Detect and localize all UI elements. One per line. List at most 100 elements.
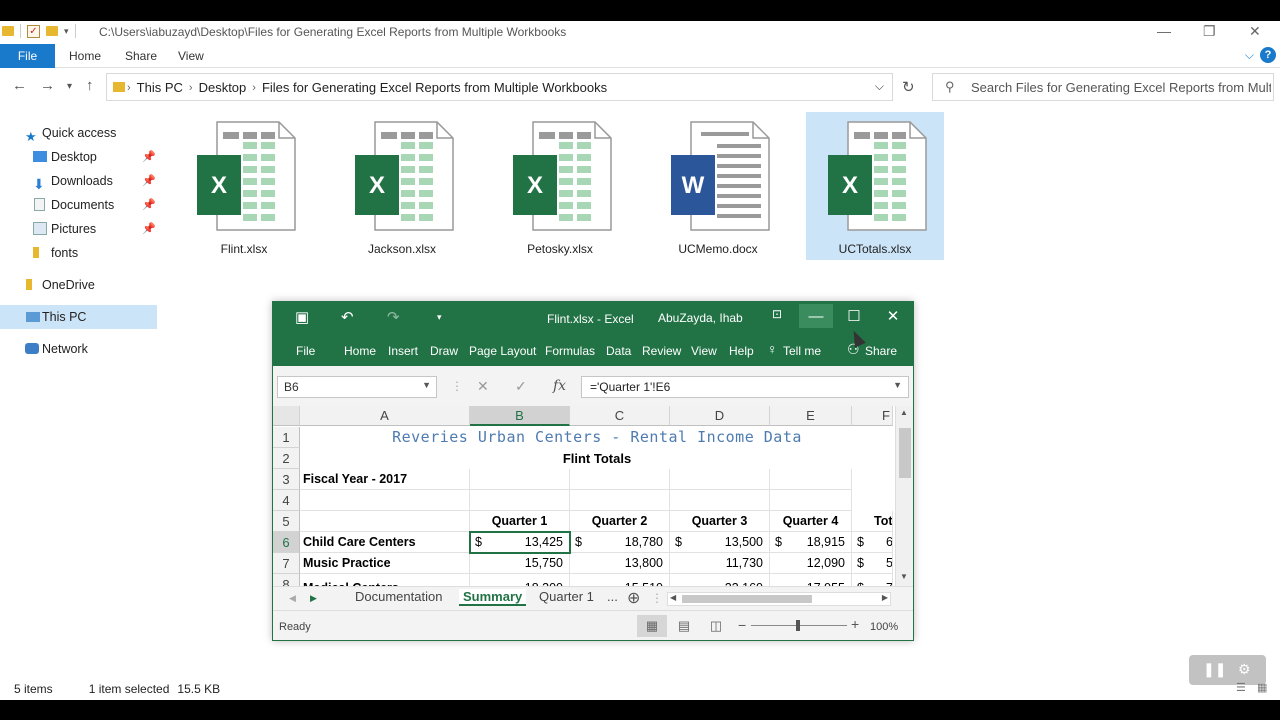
share-button[interactable]: Share — [865, 344, 897, 358]
page-break-view-icon[interactable]: ◫ — [701, 615, 731, 637]
column-header-f[interactable]: F — [852, 406, 893, 426]
cell-c6[interactable]: $18,780 — [570, 532, 670, 553]
cell-a6[interactable]: Child Care Centers — [300, 532, 470, 553]
address-bar[interactable]: › This PC › Desktop › Files for Generati… — [106, 73, 893, 101]
tell-me-search[interactable]: Tell me — [783, 344, 821, 358]
minimize-icon[interactable]: — — [799, 304, 833, 328]
sidebar-item-fonts[interactable]: fonts — [0, 241, 157, 265]
cell-e3[interactable] — [770, 469, 852, 490]
cell-f5-header[interactable]: Tot — [852, 511, 893, 532]
cell-a7[interactable]: Music Practice — [300, 553, 470, 574]
cell-c5-header[interactable]: Quarter 2 — [570, 511, 670, 532]
recent-locations-icon[interactable]: ▾ — [67, 81, 72, 92]
tab-page-layout[interactable]: Page Layout — [469, 344, 536, 358]
sidebar-item-desktop[interactable]: Desktop 📌 — [0, 145, 157, 169]
cell-b4[interactable] — [470, 490, 570, 511]
add-sheet-icon[interactable]: ⊕ — [627, 588, 640, 608]
back-arrow-icon[interactable]: ← — [12, 77, 27, 94]
tab-view[interactable]: View — [178, 44, 204, 68]
file-item-flint[interactable]: X Flint.xlsx — [175, 112, 313, 260]
horizontal-scrollbar[interactable]: ◀ ▶ — [667, 592, 891, 606]
column-header-e[interactable]: E — [770, 406, 852, 426]
large-icons-view-icon[interactable]: ▦ — [1257, 682, 1267, 694]
tab-file[interactable]: File — [296, 344, 315, 358]
cell-b5-header[interactable]: Quarter 1 — [470, 511, 570, 532]
pause-icon[interactable]: ❚❚ — [1203, 661, 1226, 678]
lightbulb-icon[interactable]: ♀ — [767, 341, 778, 357]
normal-view-icon[interactable]: ▦ — [637, 615, 667, 637]
forward-arrow-icon[interactable]: → — [40, 77, 55, 94]
customize-quick-access-icon[interactable]: ▾ — [437, 312, 442, 323]
properties-icon[interactable]: ✓ — [27, 24, 40, 38]
page-layout-view-icon[interactable]: ▤ — [669, 615, 699, 637]
cell-a5[interactable] — [300, 511, 470, 532]
chevron-down-icon[interactable]: ⌵ — [875, 79, 884, 94]
breadcrumb-desktop[interactable]: Desktop — [199, 80, 247, 95]
chevron-down-icon[interactable]: ▼ — [893, 380, 902, 390]
restore-icon[interactable]: ❐ — [1203, 23, 1216, 40]
ribbon-display-options-icon[interactable]: ⊡ — [760, 307, 794, 321]
sidebar-item-quick-access[interactable]: ★ Quick access — [0, 121, 157, 145]
pin-icon[interactable]: 📌 — [142, 193, 156, 217]
breadcrumb-this-pc[interactable]: This PC — [137, 80, 183, 95]
column-header-c[interactable]: C — [570, 406, 670, 426]
zoom-in-icon[interactable]: + — [851, 616, 859, 632]
details-view-icon[interactable]: ☰ — [1236, 682, 1246, 694]
chevron-right-icon[interactable]: › — [189, 82, 193, 94]
row-header-6[interactable]: 6 — [273, 532, 300, 553]
row-header-4[interactable]: 4 — [273, 490, 300, 511]
tab-home[interactable]: Home — [344, 344, 376, 358]
cell-d3[interactable] — [670, 469, 770, 490]
minimize-icon[interactable]: — — [1157, 23, 1171, 39]
new-folder-icon[interactable] — [46, 26, 58, 36]
cell-a1-title[interactable]: Reveries Urban Centers - Rental Income D… — [301, 427, 893, 448]
scroll-right-icon[interactable]: ▶ — [882, 593, 888, 602]
chevron-right-icon[interactable]: › — [252, 82, 256, 94]
cell-d5-header[interactable]: Quarter 3 — [670, 511, 770, 532]
scroll-thumb[interactable] — [682, 595, 812, 603]
cell-a8[interactable]: Medical Centers — [300, 574, 470, 586]
cell-c3[interactable] — [570, 469, 670, 490]
scroll-up-icon[interactable]: ▲ — [900, 408, 908, 417]
expand-ribbon-icon[interactable]: ⌵ — [1245, 48, 1254, 63]
formula-input[interactable]: ='Quarter 1'!E6 ▼ — [581, 376, 909, 398]
cell-c7[interactable]: 13,800 — [570, 553, 670, 574]
scroll-left-icon[interactable]: ◀ — [670, 593, 676, 602]
zoom-out-icon[interactable]: − — [738, 617, 746, 633]
tab-formulas[interactable]: Formulas — [545, 344, 595, 358]
column-header-d[interactable]: D — [670, 406, 770, 426]
tab-review[interactable]: Review — [642, 344, 681, 358]
cell-c4[interactable] — [570, 490, 670, 511]
help-icon[interactable]: ? — [1260, 47, 1276, 63]
cell-a3[interactable]: Fiscal Year - 2017 — [300, 469, 470, 490]
sidebar-item-network[interactable]: Network — [0, 337, 157, 361]
breadcrumb-current-folder[interactable]: Files for Generating Excel Reports from … — [262, 80, 607, 95]
cell-a2-subtitle[interactable]: Flint Totals — [301, 448, 893, 469]
sheet-tab-summary[interactable]: Summary — [459, 589, 527, 606]
tab-insert[interactable]: Insert — [388, 344, 418, 358]
cell-e4[interactable] — [770, 490, 852, 511]
pin-icon[interactable]: 📌 — [142, 217, 156, 241]
sidebar-item-downloads[interactable]: ⬇ Downloads 📌 — [0, 169, 157, 193]
close-icon[interactable]: ✕ — [1249, 23, 1261, 40]
save-icon[interactable]: ▣ — [295, 308, 309, 326]
sheet-tab-quarter-1[interactable]: Quarter 1 — [539, 589, 594, 604]
tab-view[interactable]: View — [691, 344, 717, 358]
tab-draw[interactable]: Draw — [430, 344, 458, 358]
cancel-icon[interactable]: ✕ — [477, 378, 489, 395]
undo-icon[interactable]: ↶ — [341, 308, 354, 326]
close-icon[interactable]: ✕ — [876, 307, 910, 325]
select-all-corner[interactable] — [273, 406, 300, 426]
cell-d8[interactable]: 23,160 — [670, 574, 770, 586]
column-header-a[interactable]: A — [300, 406, 470, 426]
file-item-ucmemo[interactable]: W UCMemo.docx — [649, 112, 787, 260]
row-header-5[interactable]: 5 — [273, 511, 300, 532]
tab-help[interactable]: Help — [729, 344, 754, 358]
cell-b3[interactable] — [470, 469, 570, 490]
cell-b8[interactable]: 18,300 — [470, 574, 570, 586]
cell-d4[interactable] — [670, 490, 770, 511]
row-header-7[interactable]: 7 — [273, 553, 300, 574]
cell-d6[interactable]: $13,500 — [670, 532, 770, 553]
sidebar-item-this-pc[interactable]: This PC — [0, 305, 157, 329]
refresh-icon[interactable]: ↻ — [902, 78, 915, 96]
